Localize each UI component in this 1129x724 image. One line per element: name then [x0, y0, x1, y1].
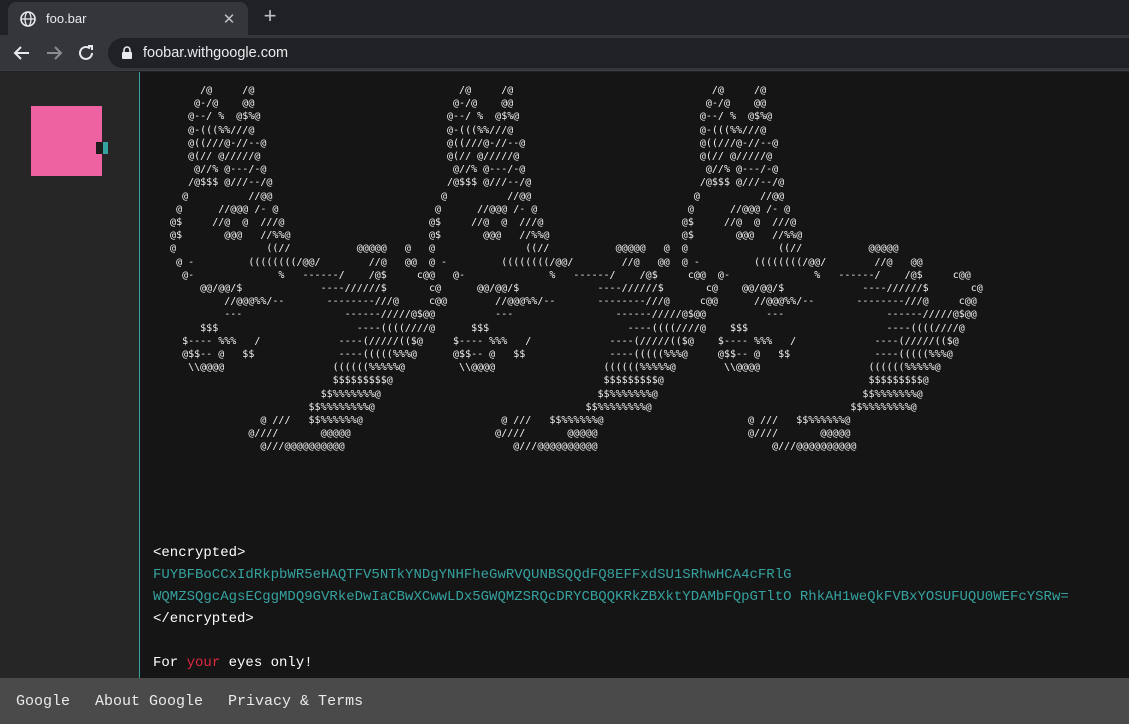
logo-eye-icon [96, 142, 108, 154]
page-content: /@ /@ /@ /@ /@ /@ @-/@ @@ @-/@ @@ @-/@ @… [0, 72, 1129, 678]
ascii-art-rabbits: /@ /@ /@ /@ /@ /@ @-/@ @@ @-/@ @@ @-/@ @… [170, 85, 983, 453]
footer-link-about-google[interactable]: About Google [95, 693, 203, 710]
new-tab-button[interactable]: + [259, 5, 281, 28]
browser-toolbar: foobar.withgoogle.com [0, 35, 1129, 71]
foobar-logo [31, 106, 102, 176]
cipher-line-2: WQMZSQgcAgsECggMDQ9GVRkeDwIaCBwXCwwLDx5G… [153, 589, 1069, 605]
motto-before: For [153, 655, 187, 671]
motto-text: For your eyes only! [153, 652, 1128, 674]
tab-strip: foo.bar ✕ + [0, 0, 1129, 35]
motto-accent: your [186, 655, 221, 671]
footer-link-google[interactable]: Google [16, 693, 70, 710]
cipher-line-1: FUYBFBoCCxIdRkpbWR5eHAQTFV5NTkYNDgYNHFhe… [153, 567, 792, 583]
motto-after: eyes only! [220, 655, 313, 671]
sidebar [0, 72, 139, 678]
lock-icon [120, 46, 134, 60]
close-tag: </encrypted> [153, 611, 254, 627]
forward-arrow-icon[interactable] [42, 41, 66, 65]
reload-icon[interactable] [74, 41, 98, 65]
back-arrow-icon[interactable] [10, 41, 34, 65]
encrypted-message: <encrypted> FUYBFBoCCxIdRkpbWR5eHAQTFV5N… [153, 542, 1128, 674]
footer-link-privacy-terms[interactable]: Privacy & Terms [228, 693, 363, 710]
footer: Google About Google Privacy & Terms [0, 678, 1129, 724]
open-tag: <encrypted> [153, 545, 246, 561]
terminal-panel: /@ /@ /@ /@ /@ /@ @-/@ @@ @-/@ @@ @-/@ @… [139, 72, 1129, 678]
address-bar[interactable]: foobar.withgoogle.com [108, 38, 1129, 68]
browser-tab[interactable]: foo.bar ✕ [8, 2, 248, 35]
url-text: foobar.withgoogle.com [143, 45, 289, 61]
tab-title: foo.bar [46, 11, 87, 26]
globe-icon [20, 10, 36, 27]
close-tab-icon[interactable]: ✕ [220, 10, 238, 28]
